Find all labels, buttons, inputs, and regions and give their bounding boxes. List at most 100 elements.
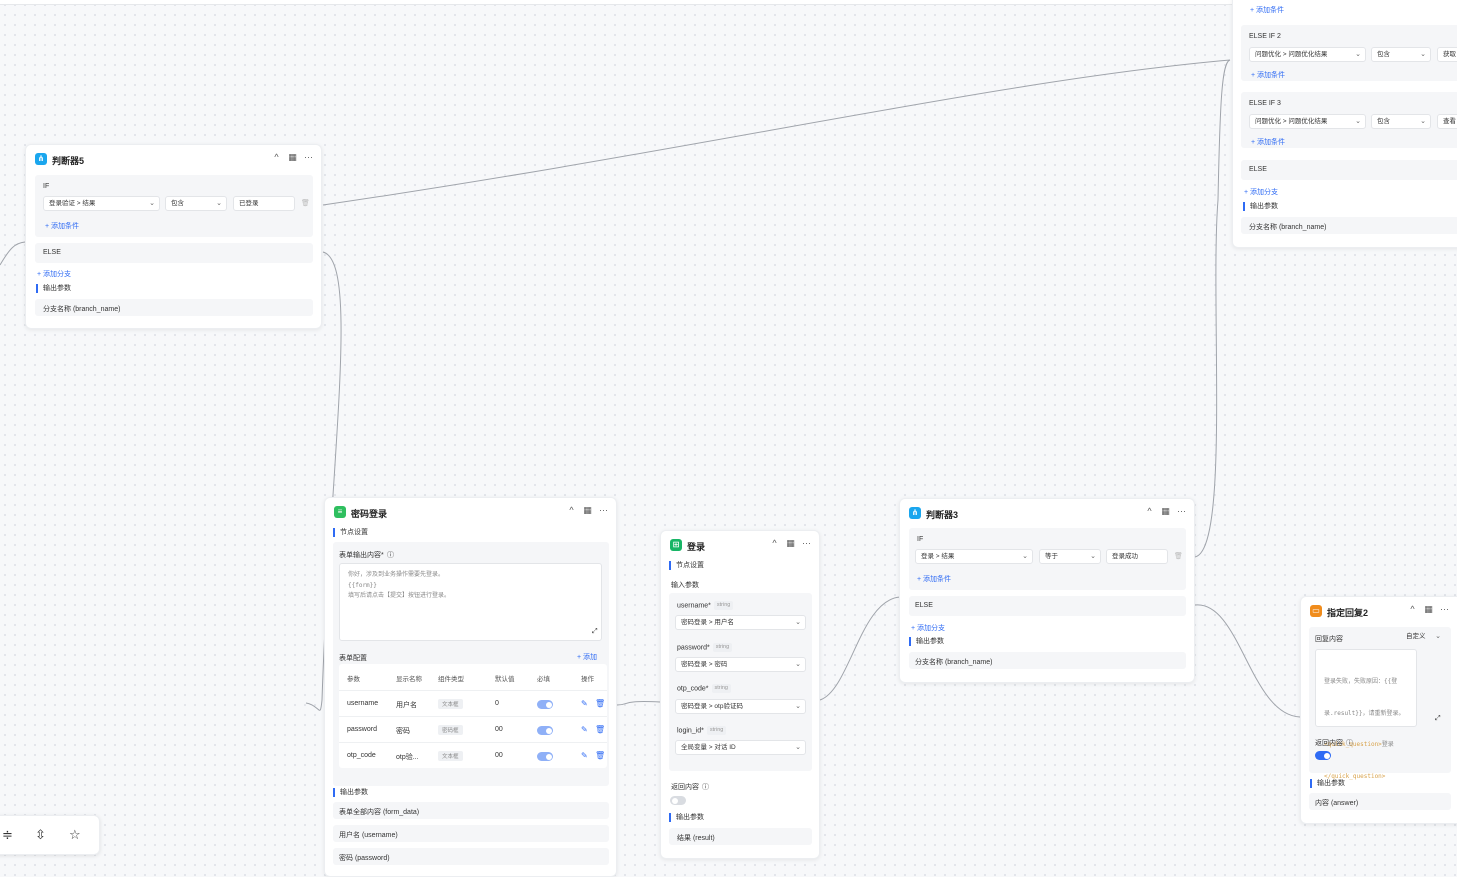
cond-var-select[interactable]: 登录验证 > 结果 ⌄ xyxy=(43,196,160,211)
cond-op-select[interactable]: 等于 ⌄ xyxy=(1039,549,1101,564)
node-tools: ^ ▦ ··· xyxy=(1408,604,1449,615)
add-condition-top[interactable]: + 添加条件 xyxy=(1250,5,1284,15)
judge-node-top-right[interactable]: + 添加条件 ELSE IF 2 问题优化 > 问题优化结果 ⌄ 包含 ⌄ 获取 +… xyxy=(1232,0,1457,248)
trash-icon[interactable]: 🗑 xyxy=(1174,552,1183,560)
output-params-label: 输出参数 xyxy=(333,788,368,797)
stats-icon[interactable]: ▦ xyxy=(1424,604,1433,615)
node-tools: ^ ▦ ··· xyxy=(1145,506,1186,517)
elseif2-value-input[interactable]: 获取 xyxy=(1437,47,1457,62)
add-condition-button[interactable]: + 添加条件 xyxy=(917,574,951,584)
chevron-down-icon: ⌄ xyxy=(1090,553,1096,560)
col-display: 显示名称 xyxy=(396,676,422,683)
col-param: 参数 xyxy=(347,676,360,683)
else-label: ELSE xyxy=(915,602,933,609)
reply-textarea[interactable]: 登录失败，失败原因：{{登 录.result}}，请重新登录。 <quick_q… xyxy=(1315,649,1417,780)
stats-icon[interactable]: ▦ xyxy=(1161,506,1170,517)
chevron-down-icon: ⌄ xyxy=(216,200,222,207)
elseif3-op-select[interactable]: 包含 ⌄ xyxy=(1371,114,1431,129)
if-box: IF 登录验证 > 结果 ⌄ 包含 ⌄ 已登录 🗑 + 添加条件 xyxy=(35,175,313,237)
delete-icon[interactable]: 🗑 xyxy=(595,751,605,760)
trash-icon[interactable]: 🗑 xyxy=(301,199,310,207)
add-condition-elseif3[interactable]: + 添加条件 xyxy=(1251,137,1285,147)
add-branch-button[interactable]: + 添加分支 xyxy=(911,623,945,633)
output-params-label: 输出参数 xyxy=(36,284,71,293)
table-row: password 密码 密码框 00 ✎ 🗑 xyxy=(339,716,607,743)
branch-name-output: 分支名称 (branch_name) xyxy=(35,299,313,316)
node-header: ≡ 密码登录 ^ ▦ ··· xyxy=(325,498,616,526)
return-content-label: 返回内容 xyxy=(1315,740,1343,747)
else-box: ELSE xyxy=(1241,160,1457,180)
cond-value-input[interactable]: 登录成功 xyxy=(1106,549,1168,564)
elseif3-var-select[interactable]: 问题优化 > 问题优化结果 ⌄ xyxy=(1249,114,1366,129)
magic-icon[interactable]: ☆ xyxy=(69,827,81,843)
more-icon[interactable]: ··· xyxy=(599,505,608,516)
judge5-node[interactable]: ⋔ 判断器5 ^ ▦ ··· IF 登录验证 > 结果 ⌄ 包含 ⌄ 已登录 🗑 +… xyxy=(25,144,322,329)
param-select-login-id[interactable]: 全局变量 > 对话 ID ⌄ xyxy=(675,740,806,755)
form-output-textarea[interactable]: 你好，涉及到业务操作需要先登录。 {{form}} 填写后请点击【提交】按钮进行… xyxy=(339,563,602,641)
param-select-username[interactable]: 密码登录 > 用户名 ⌄ xyxy=(675,615,806,630)
output-params-label: 输出参数 xyxy=(669,813,704,822)
return-content-toggle[interactable] xyxy=(1315,751,1331,760)
more-icon[interactable]: ··· xyxy=(304,152,313,163)
collapse-icon[interactable]: ^ xyxy=(1408,604,1417,615)
more-icon[interactable]: ··· xyxy=(1440,604,1449,615)
param-select-otp[interactable]: 密码登录 > otp验证码 ⌄ xyxy=(675,699,806,714)
else-label: ELSE xyxy=(43,249,61,256)
condition-icon: ⋔ xyxy=(909,507,921,519)
col-required: 必填 xyxy=(537,676,550,683)
collapse-icon[interactable]: ^ xyxy=(272,152,281,163)
add-condition-elseif2[interactable]: + 添加条件 xyxy=(1251,70,1285,80)
expand-icon[interactable]: ⤢ xyxy=(592,628,598,636)
return-content-toggle[interactable] xyxy=(670,796,686,805)
col-default: 默认值 xyxy=(495,676,515,683)
output-params-label: 输出参数 xyxy=(1243,202,1278,211)
output-form-data: 表单全部内容 (form_data) xyxy=(333,802,609,819)
elseif2-op-select[interactable]: 包含 ⌄ xyxy=(1371,47,1431,62)
collapse-icon[interactable]: ^ xyxy=(1145,506,1154,517)
collapse-icon[interactable]: ^ xyxy=(567,505,576,516)
reply2-node[interactable]: ▭ 指定回复2 ^ ▦ ··· 回复内容 自定义 ⌄ 登录失败，失败原因：{{登 … xyxy=(1300,596,1457,824)
chevron-down-icon: ⌄ xyxy=(795,744,801,751)
align-icon[interactable]: ≑ xyxy=(2,827,13,843)
edit-icon[interactable]: ✎ xyxy=(581,725,588,734)
cond-var-select[interactable]: 登录 > 结果 ⌄ xyxy=(915,549,1033,564)
return-content-label: 返回内容 xyxy=(671,784,699,791)
delete-icon[interactable]: 🗑 xyxy=(595,725,605,734)
required-toggle[interactable] xyxy=(537,700,553,709)
more-icon[interactable]: ··· xyxy=(1177,506,1186,517)
param-select-password[interactable]: 密码登录 > 密码 ⌄ xyxy=(675,657,806,672)
output-result: 结果 (result) xyxy=(669,828,812,845)
cond-value-input[interactable]: 已登录 xyxy=(233,196,295,211)
reply-icon: ▭ xyxy=(1310,605,1322,617)
add-branch-button[interactable]: + 添加分支 xyxy=(37,269,71,279)
cond-op-select[interactable]: 包含 ⌄ xyxy=(165,196,227,211)
edit-icon[interactable]: ✎ xyxy=(581,699,588,708)
expand-icon[interactable]: ⤢ xyxy=(1435,715,1441,723)
settings-box: 表单输出内容* ⓘ 你好，涉及到业务操作需要先登录。 {{form}} 填写后请… xyxy=(333,542,609,786)
add-field-button[interactable]: + 添加 xyxy=(577,652,597,662)
stats-icon[interactable]: ▦ xyxy=(786,538,795,549)
edit-icon[interactable]: ✎ xyxy=(581,751,588,760)
elseif3-value-input[interactable]: 查看 xyxy=(1437,114,1457,129)
add-condition-button[interactable]: + 添加条件 xyxy=(45,221,79,231)
judge3-node[interactable]: ⋔ 判断器3 ^ ▦ ··· IF 登录 > 结果 ⌄ 等于 ⌄ 登录成功 🗑 + … xyxy=(899,498,1195,683)
login-node[interactable]: ⊞ 登录 ^ ▦ ··· 节点设置 输入参数 username* string 密… xyxy=(660,530,820,859)
required-toggle[interactable] xyxy=(537,726,553,735)
add-branch-button[interactable]: + 添加分支 xyxy=(1244,187,1278,197)
collapse-icon[interactable]: ^ xyxy=(770,538,779,549)
elseif3-box: ELSE IF 3 问题优化 > 问题优化结果 ⌄ 包含 ⌄ 查看 + 添加条件 xyxy=(1241,92,1457,148)
canvas-toolbar: ≑ ⇳ ☆ xyxy=(0,815,100,855)
output-answer: 内容 (answer) xyxy=(1309,793,1451,810)
distribute-icon[interactable]: ⇳ xyxy=(35,827,46,843)
stats-icon[interactable]: ▦ xyxy=(288,152,297,163)
elseif2-var-select[interactable]: 问题优化 > 问题优化结果 ⌄ xyxy=(1249,47,1366,62)
password-login-node[interactable]: ≡ 密码登录 ^ ▦ ··· 节点设置 表单输出内容* ⓘ 你好，涉及到业务操作… xyxy=(324,497,617,877)
stats-icon[interactable]: ▦ xyxy=(583,505,592,516)
more-icon[interactable]: ··· xyxy=(802,538,811,549)
required-toggle[interactable] xyxy=(537,752,553,761)
form-output-label: 表单输出内容* xyxy=(339,552,384,559)
delete-icon[interactable]: 🗑 xyxy=(595,699,605,708)
chevron-down-icon: ⌄ xyxy=(1420,118,1426,125)
reply-mode-select[interactable]: 自定义 ⌄ xyxy=(1401,630,1445,645)
form-icon: ≡ xyxy=(334,506,346,518)
